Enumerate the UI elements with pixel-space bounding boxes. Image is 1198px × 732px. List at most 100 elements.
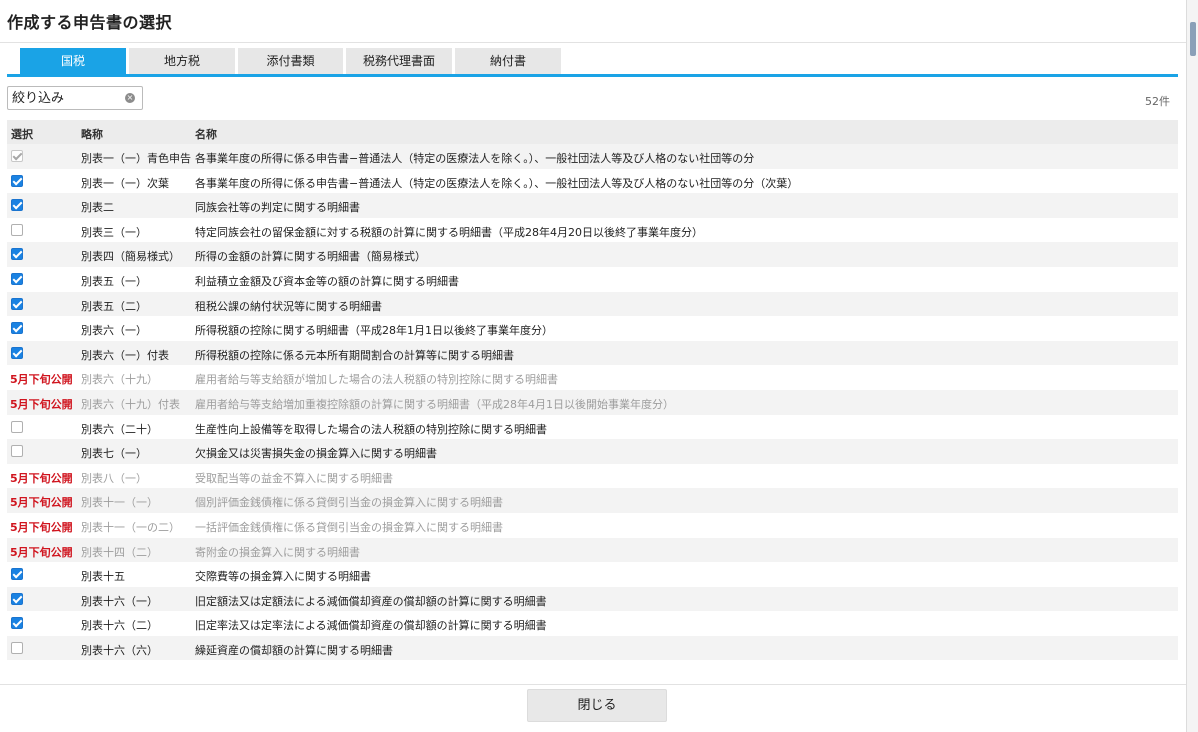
- tab-tax-agent-documents[interactable]: 税務代理書面: [346, 48, 452, 74]
- header-name: 名称: [195, 128, 217, 141]
- row-form-name: 所得税額の控除に係る元本所有期間割合の計算等に関する明細書: [195, 348, 514, 362]
- row-abbreviation: 別表六（十九）: [81, 373, 158, 387]
- table-row: 5月下旬公開 別表六（十九）付表 雇用者給与等支給増加重複控除額の計算に関する明細書…: [7, 389, 1178, 415]
- table-row[interactable]: 別表十六（二） 旧定率法又は定率法による減価償却資産の償却額の計算に関する明細書: [7, 611, 1178, 636]
- checkbox-unchecked[interactable]: [11, 420, 23, 433]
- row-abbreviation: 別表十一（一の二）: [81, 520, 180, 534]
- row-form-name: 受取配当等の益金不算入に関する明細書: [195, 471, 393, 485]
- row-select-cell: [11, 297, 23, 310]
- row-abbreviation: 別表十六（二）: [81, 619, 158, 633]
- row-select-cell: [11, 322, 23, 335]
- table-row[interactable]: 別表五（一） 利益積立金額及び資本金等の額の計算に関する明細書: [7, 267, 1178, 292]
- table-row[interactable]: 別表十六（一） 旧定額法又は定額法による減価償却資産の償却額の計算に関する明細書: [7, 586, 1178, 612]
- table-row: 5月下旬公開 別表十一（一） 個別評価金銭債権に係る貸倒引当金の損金算入に関する明細…: [7, 488, 1178, 513]
- row-form-name: 雇用者給与等支給増加重複控除額の計算に関する明細書（平成28年4月1日以後開始事…: [195, 397, 674, 411]
- row-select-cell: [11, 568, 23, 581]
- row-abbreviation: 別表七（一）: [81, 447, 147, 461]
- row-form-name: 所得税額の控除に関する明細書（平成28年1月1日以後終了事業年度分）: [195, 324, 553, 338]
- filter-input[interactable]: [8, 87, 118, 109]
- tab-national-tax[interactable]: 国税: [20, 48, 126, 74]
- row-select-cell: [11, 223, 23, 236]
- table-row[interactable]: 別表六（一）付表 所得税額の控除に係る元本所有期間割合の計算等に関する明細書: [7, 340, 1178, 366]
- clear-circle-icon[interactable]: ×: [125, 93, 135, 103]
- checkbox-checked[interactable]: [11, 346, 23, 359]
- row-form-name: 個別評価金銭債権に係る貸倒引当金の損金算入に関する明細書: [195, 496, 503, 510]
- row-abbreviation: 別表六（十九）付表: [81, 397, 180, 411]
- row-select-cell: [11, 592, 23, 605]
- row-form-name: 利益積立金額及び資本金等の額の計算に関する明細書: [195, 274, 459, 288]
- tab-attachments[interactable]: 添付書類: [238, 48, 343, 74]
- row-abbreviation: 別表三（一）: [81, 225, 147, 239]
- table-row[interactable]: 別表二 同族会社等の判定に関する明細書: [7, 193, 1178, 218]
- row-form-name: 同族会社等の判定に関する明細書: [195, 201, 360, 215]
- dialog-title: 作成する申告書の選択: [7, 13, 173, 32]
- tab-payment-slips[interactable]: 納付書: [455, 48, 561, 74]
- row-form-name: 旧定額法又は定額法による減価償却資産の償却額の計算に関する明細書: [195, 594, 547, 608]
- row-select-cell: [11, 272, 23, 285]
- row-abbreviation: 別表十四（二）: [81, 545, 158, 559]
- row-select-cell: [11, 617, 23, 630]
- close-button[interactable]: 閉じる: [527, 689, 667, 722]
- checkbox-checked[interactable]: [11, 322, 23, 335]
- release-pending-label: 5月下旬公開: [10, 373, 73, 387]
- row-abbreviation: 別表十六（六）: [81, 643, 158, 657]
- row-abbreviation: 別表八（一）: [81, 471, 147, 485]
- row-form-name: 繰延資産の償却額の計算に関する明細書: [195, 643, 393, 657]
- table-row[interactable]: 別表五（二） 租税公課の納付状況等に関する明細書: [7, 291, 1178, 317]
- release-pending-label: 5月下旬公開: [10, 397, 73, 411]
- table-row: 5月下旬公開 別表十一（一の二） 一括評価金銭債権に係る貸倒引当金の損金算入に関する…: [7, 513, 1178, 538]
- row-form-name: 交際費等の損金算入に関する明細書: [195, 570, 371, 584]
- row-abbreviation: 別表一（一）青色申告: [81, 152, 191, 165]
- row-abbreviation: 別表十六（一）: [81, 594, 158, 608]
- tab-bar: 国税 地方税 添付書類 税務代理書面 納付書: [0, 47, 1178, 77]
- row-form-name: 所得の金額の計算に関する明細書（簡易様式）: [195, 250, 426, 264]
- checkbox-checked[interactable]: [11, 568, 23, 581]
- checkbox-unchecked[interactable]: [11, 445, 23, 458]
- table-row[interactable]: 別表六（二十） 生産性向上設備等を取得した場合の法人税額の特別控除に関する明細書: [7, 415, 1178, 440]
- row-select-cell: [11, 420, 23, 433]
- select-return-dialog: 作成する申告書の選択 国税 地方税 添付書類 税務代理書面 納付書 × 52件 …: [0, 0, 1186, 732]
- row-select-cell: [11, 445, 23, 458]
- checkbox-checked[interactable]: [11, 272, 23, 285]
- tab-local-tax[interactable]: 地方税: [129, 48, 235, 74]
- table-row[interactable]: 別表四（簡易様式） 所得の金額の計算に関する明細書（簡易様式）: [7, 242, 1178, 267]
- row-form-name: 欠損金又は災害損失金の損金算入に関する明細書: [195, 447, 437, 461]
- row-abbreviation: 別表一（一）次葉: [81, 176, 169, 190]
- checkbox-checked[interactable]: [11, 199, 23, 212]
- row-abbreviation: 別表六（一）付表: [81, 348, 169, 362]
- page-scrollbar[interactable]: [1186, 0, 1198, 732]
- checkbox-checked-locked: [11, 150, 23, 162]
- row-select-cell: [11, 150, 23, 162]
- checkbox-checked[interactable]: [11, 174, 23, 187]
- checkbox-checked[interactable]: [11, 248, 23, 261]
- table-row: 5月下旬公開 別表八（一） 受取配当等の益金不算入に関する明細書: [7, 464, 1178, 489]
- dialog-footer: 閉じる: [0, 684, 1186, 732]
- row-select-cell: [11, 199, 23, 212]
- header-select: 選択: [11, 128, 33, 141]
- checkbox-unchecked[interactable]: [11, 641, 23, 654]
- checkbox-checked[interactable]: [11, 617, 23, 630]
- row-abbreviation: 別表五（二）: [81, 299, 147, 313]
- tab-underline: [7, 74, 1178, 77]
- table-row[interactable]: 別表三（一） 特定同族会社の留保金額に対する税額の計算に関する明細書（平成28年4…: [7, 218, 1178, 243]
- form-table: 選択 略称 名称 別表一（一）青色申告 各事業年度の所得に係る申告書−普通法人（特…: [7, 120, 1178, 661]
- table-row[interactable]: 別表一（一）次葉 各事業年度の所得に係る申告書−普通法人（特定の医療法人を除く。）…: [7, 169, 1178, 194]
- checkbox-unchecked[interactable]: [11, 223, 23, 236]
- table-row[interactable]: 別表十五 交際費等の損金算入に関する明細書: [7, 562, 1178, 587]
- checkbox-checked[interactable]: [11, 592, 23, 605]
- row-form-name: 特定同族会社の留保金額に対する税額の計算に関する明細書（平成28年4月20日以後…: [195, 225, 703, 239]
- row-abbreviation: 別表五（一）: [81, 274, 147, 288]
- checkbox-checked[interactable]: [11, 297, 23, 310]
- row-abbreviation: 別表四（簡易様式）: [81, 250, 180, 264]
- table-row[interactable]: 別表六（一） 所得税額の控除に関する明細書（平成28年1月1日以後終了事業年度分）: [7, 316, 1178, 341]
- row-form-name: 雇用者給与等支給額が増加した場合の法人税額の特別控除に関する明細書: [195, 373, 558, 387]
- table-row[interactable]: 別表十六（六） 繰延資産の償却額の計算に関する明細書: [7, 635, 1178, 661]
- dialog-header: 作成する申告書の選択: [0, 0, 1186, 43]
- row-form-name: 租税公課の納付状況等に関する明細書: [195, 299, 382, 313]
- row-form-name: 旧定率法又は定率法による減価償却資産の償却額の計算に関する明細書: [195, 619, 547, 633]
- scrollbar-thumb[interactable]: [1190, 22, 1196, 56]
- row-abbreviation: 別表十五: [81, 570, 125, 584]
- release-pending-label: 5月下旬公開: [10, 545, 73, 559]
- table-row[interactable]: 別表一（一）青色申告 各事業年度の所得に係る申告書−普通法人（特定の医療法人を除く…: [7, 144, 1178, 169]
- table-row[interactable]: 別表七（一） 欠損金又は災害損失金の損金算入に関する明細書: [7, 439, 1178, 464]
